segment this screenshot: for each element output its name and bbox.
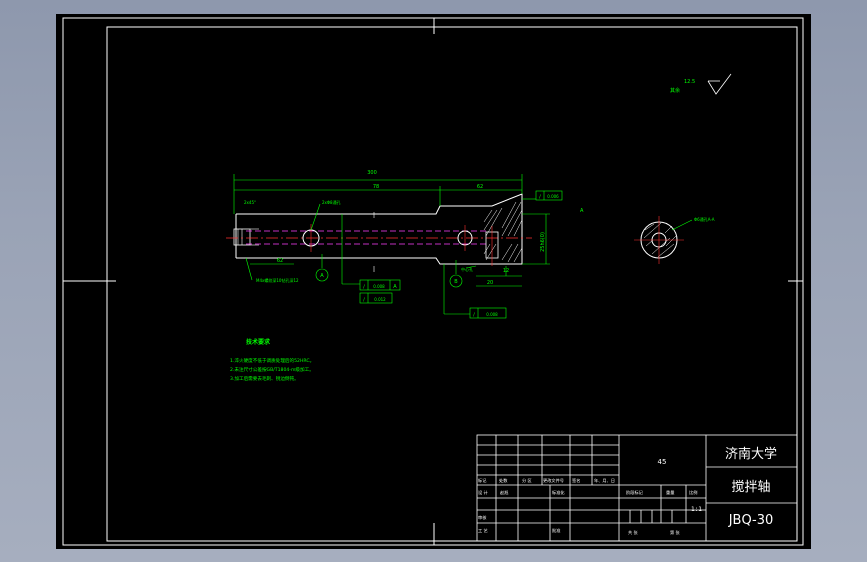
- svg-text:0.006: 0.006: [547, 194, 559, 199]
- svg-text:A: A: [393, 284, 397, 290]
- tolerance-frame-1: ∕ 0.006: [522, 190, 563, 201]
- dim-seg5: 12: [503, 268, 509, 274]
- tb-change-doc: 更改文件号: [543, 477, 564, 484]
- svg-text:0.008: 0.008: [373, 284, 385, 289]
- tb-design: 设 计: [478, 489, 488, 496]
- svg-text:∕: ∕: [363, 297, 365, 303]
- center-note: 中心孔: [461, 266, 473, 272]
- section-view: Φ6通孔A-A: [634, 216, 715, 264]
- tb-stage-mark: 阶段标记: [626, 489, 644, 496]
- tb-sheet-no: 第 张: [670, 529, 681, 536]
- tolerance-frame-2: ∕ 0.008 A: [341, 214, 401, 291]
- tb-designer: 赵旭: [500, 489, 508, 496]
- tb-ratio: 比例: [689, 489, 697, 496]
- svg-text:∕: ∕: [539, 194, 541, 200]
- tb-count: 处数: [499, 477, 508, 484]
- tb-scale: 1:1: [691, 506, 702, 513]
- svg-text:∕: ∕: [473, 312, 475, 318]
- tb-school: 济南大学: [725, 446, 777, 462]
- tech-line-1: 1.淬火硬度不低于调质处理后的52HRC。: [230, 357, 314, 364]
- tb-approve: 批准: [552, 527, 560, 534]
- tb-sheets-total: 共 张: [628, 529, 639, 536]
- svg-text:0.008: 0.008: [486, 312, 498, 317]
- dim-seg2: 62: [477, 184, 483, 190]
- svg-text:A: A: [320, 273, 324, 279]
- tb-process: 工 艺: [478, 528, 488, 533]
- section-hole-note: Φ6通孔A-A: [694, 216, 715, 222]
- tb-marks: 标记: [478, 477, 487, 484]
- tb-weight: 重量: [666, 489, 674, 496]
- svg-text:∕: ∕: [363, 284, 365, 290]
- svg-text:B: B: [454, 279, 458, 285]
- leader-notes: 2xΦ8通孔 M4x螺纹深10钻孔深12 中心孔: [245, 199, 477, 283]
- tb-check: 审核: [478, 514, 487, 521]
- surface-finish-value: 12.5: [684, 79, 695, 85]
- tb-date: 年、月、日: [594, 477, 615, 484]
- tech-line-3: 3.加工后需要去毛刺、锐边倒钝。: [230, 375, 299, 382]
- svg-text:0.012: 0.012: [374, 297, 386, 302]
- surface-finish-label: 其余: [670, 87, 680, 94]
- dim-overall-length: 300: [367, 170, 377, 176]
- dim-seg4: 20: [487, 280, 493, 286]
- dim-height: 25h6(0): [540, 232, 546, 252]
- tolerance-frame-4: ∕ 0.008: [443, 264, 507, 319]
- tb-drawing-no: JBQ-30: [728, 513, 774, 528]
- tb-part-name: 搅拌轴: [731, 479, 770, 495]
- dim-chamfer: 2x45°: [244, 200, 256, 205]
- shaft-main-view: [226, 193, 532, 272]
- tech-requirements: 技术要求 1.淬火硬度不低于调质处理后的52HRC。 2.未注尺寸公差按GB/T…: [230, 338, 314, 382]
- outer-frame: [62, 17, 804, 546]
- surface-finish-symbol: 12.5 其余: [670, 73, 732, 95]
- inner-frame: [106, 26, 798, 542]
- tb-zone: 分 区: [522, 477, 532, 484]
- hole-note: 2xΦ8通孔: [322, 199, 341, 205]
- dim-seg3: 62: [277, 258, 283, 264]
- tolerance-frame-3: ∕ 0.012: [359, 292, 393, 304]
- tb-standard: 标准化: [552, 489, 565, 496]
- cad-drawing: 12.5 其余 300 78 62 62 20 12 25h6(0) 2x45°…: [62, 17, 804, 546]
- tech-line-2: 2.未注尺寸公差按GB/T1804-m级加工。: [230, 366, 314, 373]
- drawing-sheet: 12.5 其余 300 78 62 62 20 12 25h6(0) 2x45°…: [56, 14, 811, 549]
- dim-seg1: 78: [373, 184, 379, 190]
- section-label: A: [580, 208, 584, 214]
- tech-heading: 技术要求: [246, 338, 271, 346]
- tb-material: 45: [658, 458, 667, 466]
- tb-sign: 签名: [572, 477, 580, 484]
- thread-note: M4x螺纹深10钻孔深12: [256, 277, 299, 283]
